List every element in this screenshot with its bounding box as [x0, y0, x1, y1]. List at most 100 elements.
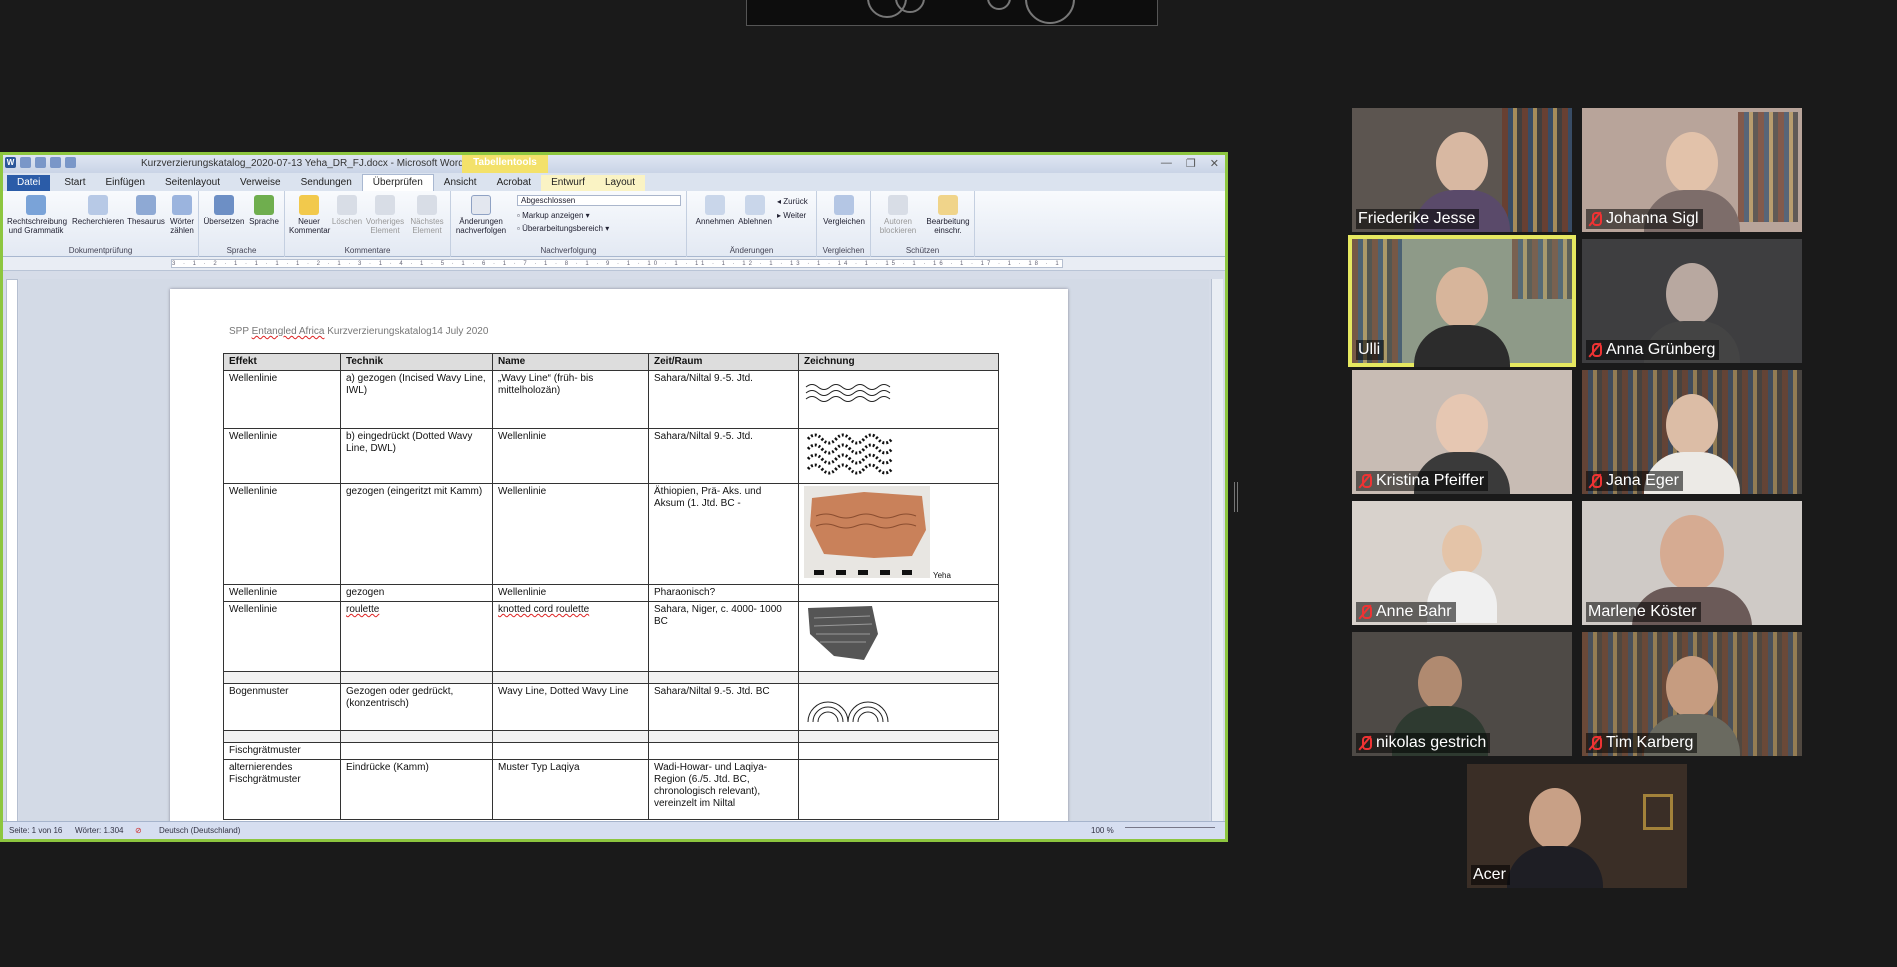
next-change-button[interactable]: ▸ Weiter: [777, 211, 806, 220]
delete-comment-button[interactable]: Löschen: [331, 195, 363, 226]
cell[interactable]: [648, 671, 799, 684]
cell[interactable]: Wellenlinie: [223, 584, 341, 602]
display-for-review-select[interactable]: Abgeschlossen: [517, 195, 681, 206]
participant-tile-active-speaker[interactable]: Ulli: [1348, 235, 1576, 367]
participant-tile[interactable]: Kristina Pfeiffer: [1352, 370, 1572, 494]
document-area[interactable]: SPP Entangled Africa Kurzverzierungskata…: [19, 279, 1209, 823]
cell[interactable]: [492, 730, 649, 743]
tab-datei[interactable]: Datei: [7, 175, 51, 191]
cell[interactable]: Wellenlinie: [492, 483, 649, 585]
close-icon[interactable]: ✕: [1210, 157, 1219, 170]
spelling-button[interactable]: Rechtschreibung und Grammatik: [7, 195, 67, 235]
cell[interactable]: Eindrücke (Kamm): [340, 759, 493, 820]
participant-tile[interactable]: Anna Grünberg: [1582, 239, 1802, 363]
word-count[interactable]: Wörter: 1.304: [75, 826, 123, 835]
cell[interactable]: Sahara, Niger, c. 4000- 1000 BC: [648, 601, 799, 672]
track-changes-button[interactable]: Änderungen nachverfolgen: [455, 195, 507, 235]
cell[interactable]: knotted cord roulette: [492, 601, 649, 672]
participant-tile[interactable]: Johanna Sigl: [1582, 108, 1802, 232]
cell[interactable]: Sahara/Niltal 9.-5. Jtd.: [648, 370, 799, 429]
cell[interactable]: [340, 671, 493, 684]
cell[interactable]: Gezogen oder gedrückt, (konzentrisch): [340, 683, 493, 731]
cell[interactable]: Wellenlinie: [223, 601, 341, 672]
participant-tile[interactable]: Jana Eger: [1582, 370, 1802, 494]
cell[interactable]: [798, 742, 999, 760]
cell[interactable]: Wellenlinie: [223, 483, 341, 585]
previous-comment-button[interactable]: Vorheriges Element: [365, 195, 405, 235]
participant-tile[interactable]: nikolas gestrich: [1352, 632, 1572, 756]
zoom-slider[interactable]: [1125, 827, 1215, 833]
customize-icon[interactable]: [65, 157, 76, 168]
cell[interactable]: b) eingedrückt (Dotted Wavy Line, DWL): [340, 428, 493, 484]
minimize-icon[interactable]: —: [1161, 157, 1172, 170]
page-count[interactable]: Seite: 1 von 16: [9, 826, 62, 835]
tab-ueberpruefen[interactable]: Überprüfen: [361, 174, 434, 191]
cell[interactable]: a) gezogen (Incised Wavy Line, IWL): [340, 370, 493, 429]
thesaurus-button[interactable]: Thesaurus: [125, 195, 167, 226]
drawing-cell[interactable]: [798, 601, 999, 672]
participant-tile[interactable]: Tim Karberg: [1582, 632, 1802, 756]
cell[interactable]: [223, 671, 341, 684]
tab-sendungen[interactable]: Sendungen: [291, 175, 362, 191]
proofing-icon[interactable]: ⊘: [135, 826, 142, 835]
cell[interactable]: Bogenmuster: [223, 683, 341, 731]
reviewing-pane-button[interactable]: ▫ Überarbeitungsbereich ▾: [517, 224, 609, 233]
cell[interactable]: Wellenlinie: [223, 370, 341, 429]
cell[interactable]: [798, 759, 999, 820]
cell[interactable]: [798, 730, 999, 743]
cell[interactable]: Muster Typ Laqiya: [492, 759, 649, 820]
vertical-ruler[interactable]: [6, 279, 18, 823]
cell[interactable]: [492, 671, 649, 684]
document-page[interactable]: SPP Entangled Africa Kurzverzierungskata…: [170, 289, 1068, 823]
split-handle[interactable]: [1234, 482, 1238, 512]
tab-ansicht[interactable]: Ansicht: [434, 175, 487, 191]
decoration-table[interactable]: Effekt Technik Name Zeit/Raum Zeichnung …: [223, 353, 999, 820]
drawing-cell[interactable]: Yeha: [798, 483, 999, 585]
tab-einfuegen[interactable]: Einfügen: [95, 175, 154, 191]
vertical-scrollbar[interactable]: [1211, 279, 1223, 823]
shared-screen-thumbnail[interactable]: [746, 0, 1158, 26]
language-button[interactable]: Sprache: [247, 195, 281, 226]
zoom-level[interactable]: 100 %: [1091, 826, 1114, 835]
drawing-cell[interactable]: [798, 428, 999, 484]
cell[interactable]: Pharaonisch?: [648, 584, 799, 602]
cell[interactable]: Wellenlinie: [223, 428, 341, 484]
cell[interactable]: Wellenlinie: [492, 428, 649, 484]
save-icon[interactable]: [20, 157, 31, 168]
cell[interactable]: Wadi-Howar- und Laqiya-Region (6./5. Jtd…: [648, 759, 799, 820]
drawing-cell[interactable]: [798, 584, 999, 602]
next-comment-button[interactable]: Nächstes Element: [407, 195, 447, 235]
restrict-editing-button[interactable]: Bearbeitung einschr.: [923, 195, 973, 235]
cell[interactable]: Wavy Line, Dotted Wavy Line: [492, 683, 649, 731]
cell[interactable]: alternierendes Fischgrätmuster: [223, 759, 341, 820]
cell[interactable]: gezogen: [340, 584, 493, 602]
tab-acrobat[interactable]: Acrobat: [487, 175, 541, 191]
cell[interactable]: [798, 671, 999, 684]
undo-icon[interactable]: [35, 157, 46, 168]
cell[interactable]: [340, 730, 493, 743]
cell[interactable]: Fischgrätmuster: [223, 742, 341, 760]
research-button[interactable]: Recherchieren: [71, 195, 125, 226]
horizontal-ruler[interactable]: 3 · 1 · 2 · 1 · 1 · 1 · 1 · 2 · 1 · 3 · …: [3, 257, 1225, 271]
show-markup-button[interactable]: ▫ Markup anzeigen ▾: [517, 211, 590, 220]
compare-button[interactable]: Vergleichen: [821, 195, 867, 226]
cell[interactable]: Äthiopien, Prä- Aks. und Aksum (1. Jtd. …: [648, 483, 799, 585]
cell[interactable]: Sahara/Niltal 9.-5. Jtd. BC: [648, 683, 799, 731]
cell[interactable]: roulette: [340, 601, 493, 672]
drawing-cell[interactable]: [798, 683, 999, 731]
tab-start[interactable]: Start: [54, 175, 95, 191]
cell[interactable]: „Wavy Line“ (früh- bis mittelholozän): [492, 370, 649, 429]
tab-layout[interactable]: Layout: [594, 175, 645, 191]
tab-verweise[interactable]: Verweise: [230, 175, 291, 191]
new-comment-button[interactable]: Neuer Kommentar: [289, 195, 330, 235]
cell[interactable]: Wellenlinie: [492, 584, 649, 602]
reject-button[interactable]: Ablehnen: [735, 195, 775, 226]
participant-tile[interactable]: Friederike Jesse: [1352, 108, 1572, 232]
participant-tile[interactable]: Marlene Köster: [1582, 501, 1802, 625]
cell[interactable]: [223, 730, 341, 743]
restore-icon[interactable]: ❐: [1186, 157, 1196, 170]
redo-icon[interactable]: [50, 157, 61, 168]
cell[interactable]: Sahara/Niltal 9.-5. Jtd.: [648, 428, 799, 484]
participant-tile[interactable]: Acer: [1467, 764, 1687, 888]
block-authors-button[interactable]: Autoren blockieren: [875, 195, 921, 235]
